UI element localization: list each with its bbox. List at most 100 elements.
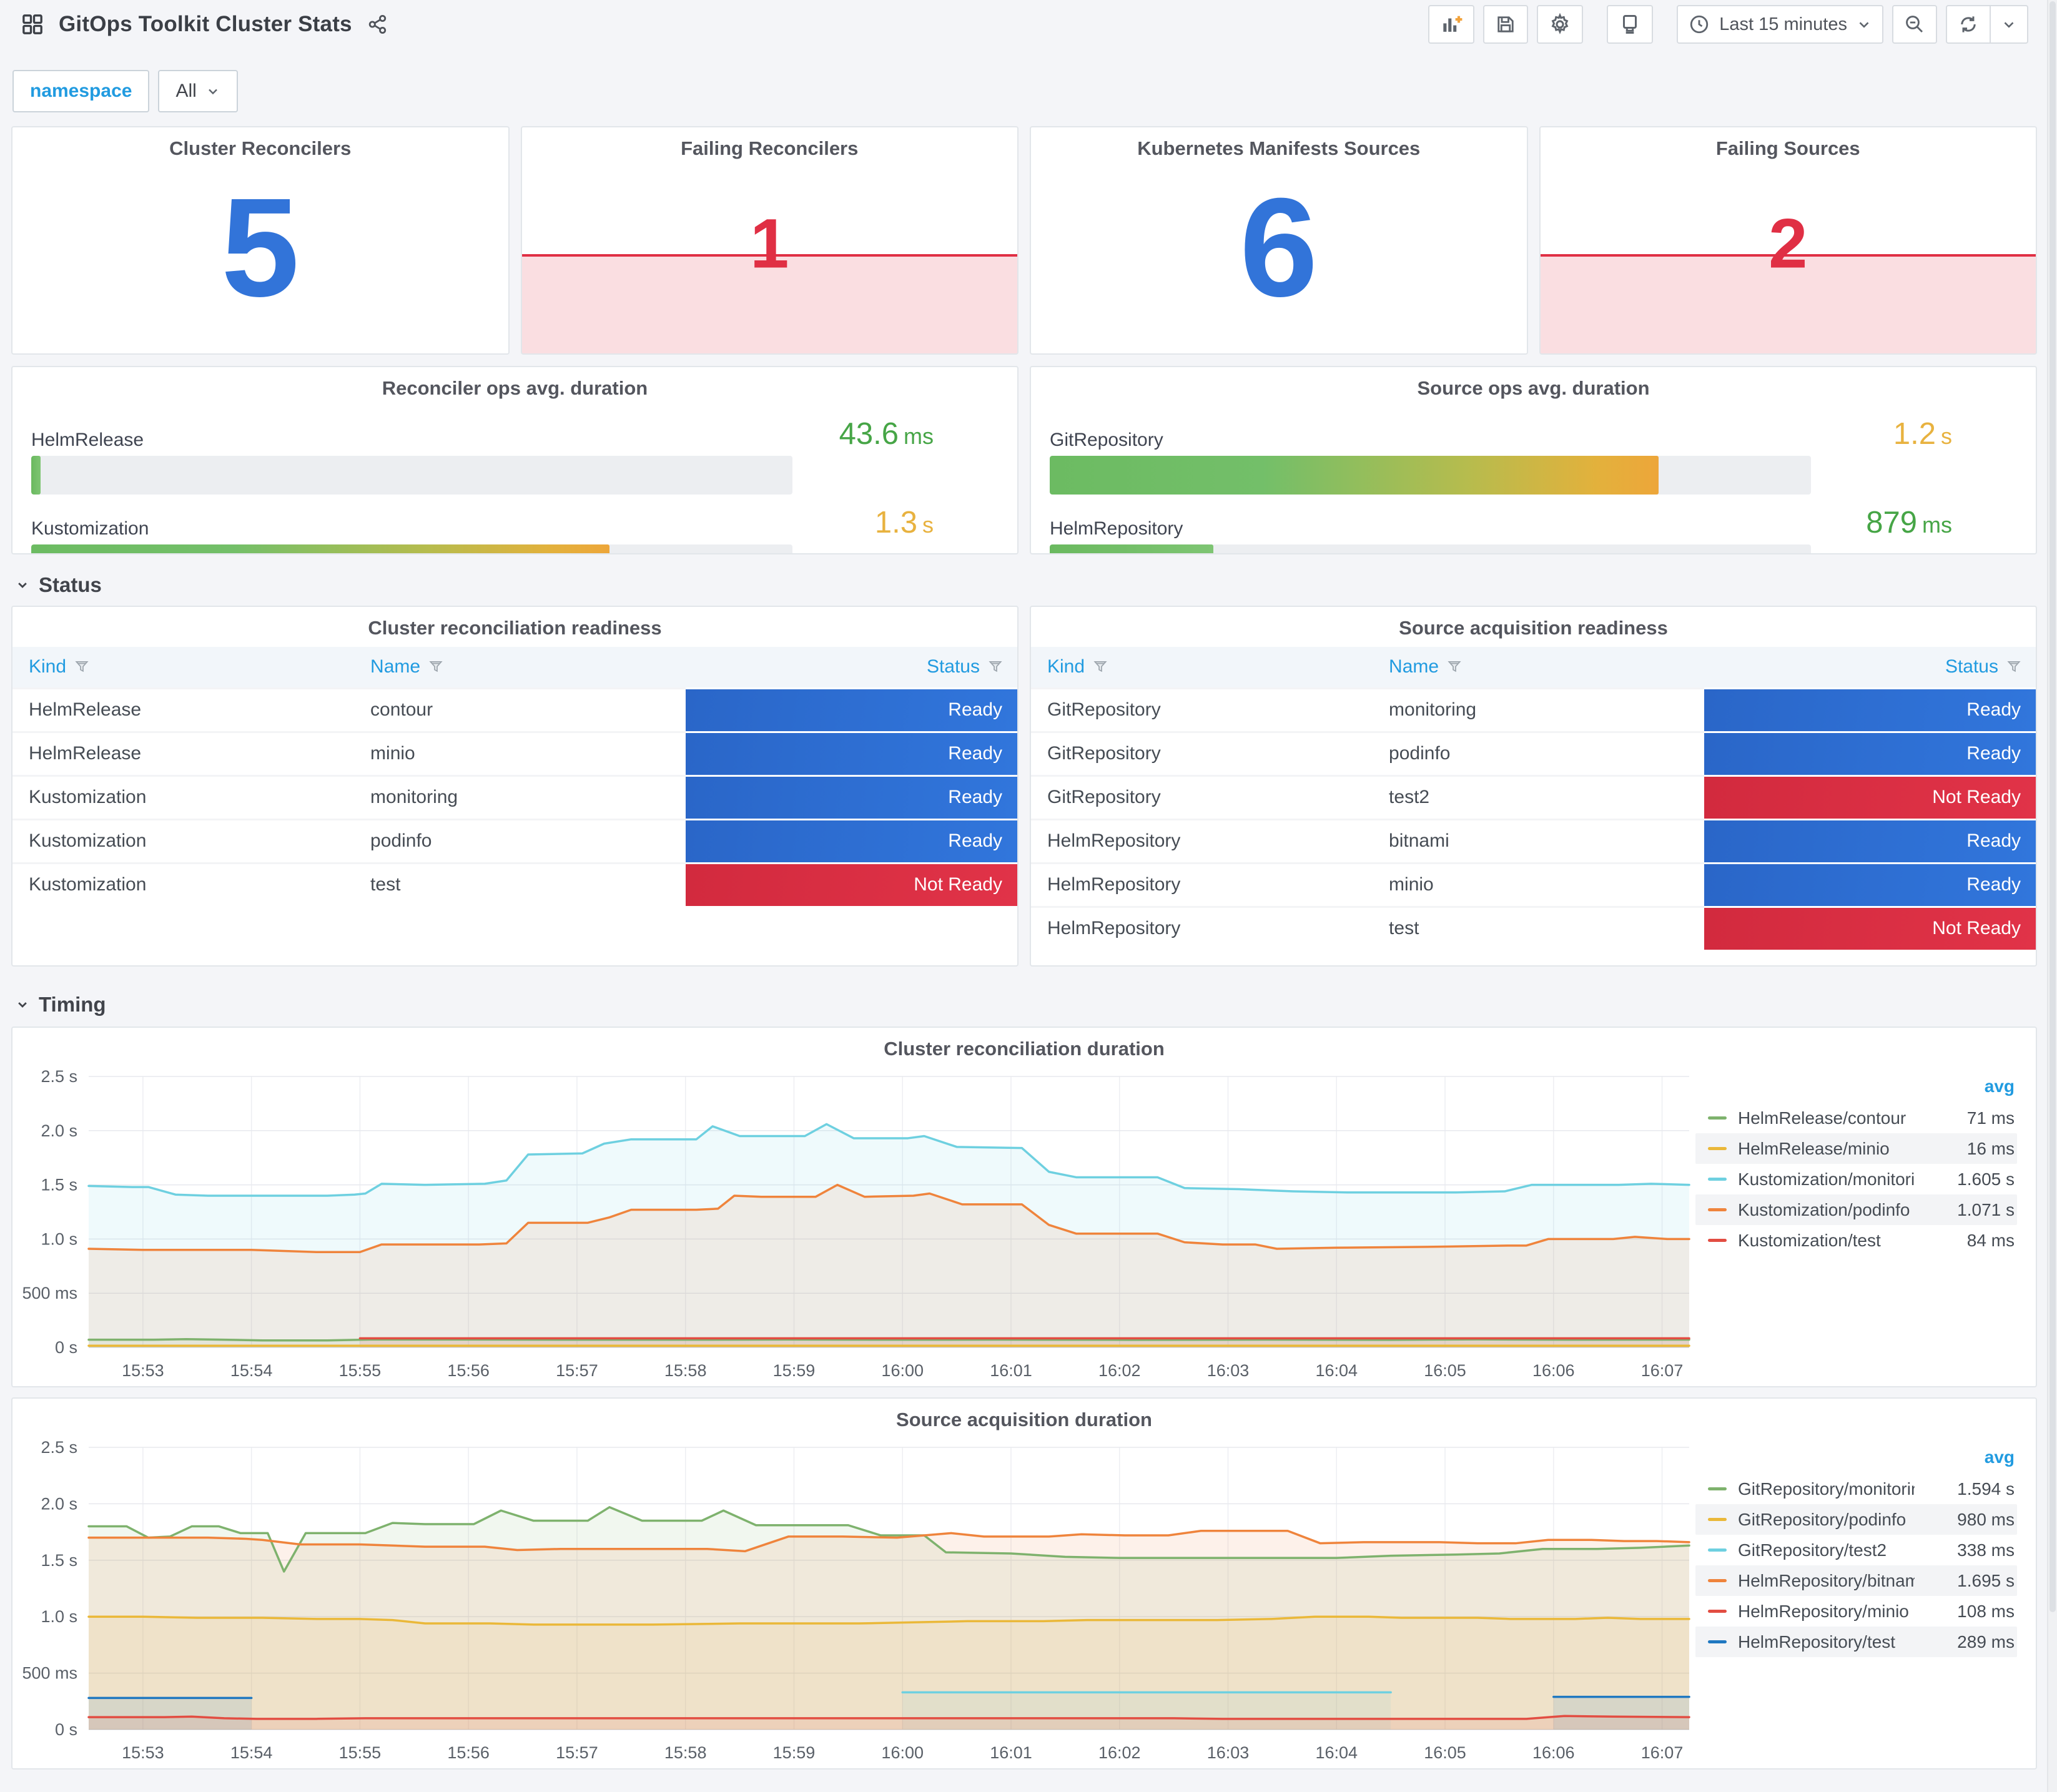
legend-item[interactable]: GitRepository/monitoring 1.594 s xyxy=(1695,1474,2017,1504)
cycle-view-mode-button[interactable] xyxy=(1607,5,1654,44)
readiness-table: Kind Name Status HelmRelease contour Ready Hel… xyxy=(12,647,1017,906)
column-header-status[interactable]: Status xyxy=(686,647,1017,688)
panel-title: Failing Sources xyxy=(1715,137,1860,159)
cell-kind: GitRepository xyxy=(1031,731,1373,775)
svg-text:15:55: 15:55 xyxy=(339,1743,382,1762)
svg-text:2.0 s: 2.0 s xyxy=(41,1494,77,1513)
time-range-picker[interactable]: Last 15 minutes xyxy=(1677,5,1883,44)
add-panel-button[interactable] xyxy=(1428,5,1475,44)
refresh-button[interactable] xyxy=(1946,5,1991,44)
table-panel-source-readiness[interactable]: Source acquisition readiness Kind Name Sta… xyxy=(1030,606,2037,967)
apps-grid-icon[interactable] xyxy=(20,12,45,37)
svg-text:15:55: 15:55 xyxy=(339,1361,382,1380)
legend-item[interactable]: GitRepository/test2 338 ms xyxy=(1695,1535,2017,1565)
share-icon[interactable] xyxy=(366,12,390,36)
legend-item[interactable]: Kustomization/monitoring 1.605 s xyxy=(1695,1164,2017,1194)
column-header-name[interactable]: Name xyxy=(1373,647,1705,688)
series-name: HelmRepository/minio xyxy=(1738,1601,1909,1621)
svg-text:15:53: 15:53 xyxy=(122,1743,164,1762)
legend-item[interactable]: GitRepository/podinfo 980 ms xyxy=(1695,1504,2017,1535)
column-header-kind[interactable]: Kind xyxy=(1031,647,1373,688)
chart-panel-cluster-reconciliation[interactable]: Cluster reconciliation duration 0 s 500 m… xyxy=(11,1026,2037,1387)
timeseries-plot[interactable]: 0 s 500 ms 1.0 s 1.5 s 2.0 s 2.5 s 15:53 15:54 1… xyxy=(12,1435,1695,1768)
cell-kind: HelmRelease xyxy=(12,731,355,775)
legend-item[interactable]: Kustomization/test 84 ms xyxy=(1695,1225,2017,1256)
series-color-icon xyxy=(1708,1518,1727,1521)
legend-avg-header[interactable]: avg xyxy=(1695,1444,2017,1474)
series-color-icon xyxy=(1708,1178,1727,1181)
stat-panel-failing-sources[interactable]: Failing Sources 2 xyxy=(1539,126,2037,355)
svg-text:15:56: 15:56 xyxy=(447,1743,490,1762)
legend-item[interactable]: HelmRepository/bitnami 1.695 s xyxy=(1695,1565,2017,1596)
table-row: HelmRepository bitnami Ready xyxy=(1031,818,2036,863)
stat-panel-failing-reconcilers[interactable]: Failing Reconcilers 1 xyxy=(520,126,1019,355)
timeseries-plot[interactable]: 0 s 500 ms 1.0 s 1.5 s 2.0 s 2.5 s 15:53 15:54 1… xyxy=(12,1064,1695,1386)
svg-text:15:59: 15:59 xyxy=(773,1361,816,1380)
svg-text:16:03: 16:03 xyxy=(1207,1361,1250,1380)
svg-text:16:02: 16:02 xyxy=(1098,1361,1141,1380)
series-avg-value: 289 ms xyxy=(1957,1632,2015,1652)
status-badge: Ready xyxy=(686,820,1017,862)
cell-name: test xyxy=(354,862,686,906)
section-timing[interactable]: Timing xyxy=(14,993,2037,1017)
table-row: Kustomization monitoring Ready xyxy=(12,774,1017,819)
chart-panel-source-acquisition[interactable]: Source acquisition duration 0 s 500 ms 1.0… xyxy=(11,1397,2037,1770)
cell-kind: HelmRepository xyxy=(1031,818,1373,863)
gauge-track xyxy=(31,456,792,495)
section-label: Status xyxy=(39,573,102,596)
gauge-label: HelmRepository xyxy=(1050,518,1183,539)
chevron-down-icon xyxy=(208,89,217,95)
stat-panel-manifests-sources[interactable]: Kubernetes Manifests Sources 6 xyxy=(1030,126,1528,355)
dashboard-header: GitOps Toolkit Cluster Stats Last 15 min… xyxy=(11,0,2037,49)
svg-text:15:58: 15:58 xyxy=(664,1743,707,1762)
variable-namespace-select[interactable]: All xyxy=(158,70,238,112)
legend-item[interactable]: HelmRepository/test 289 ms xyxy=(1695,1627,2017,1657)
cell-kind: HelmRepository xyxy=(1031,905,1373,950)
cell-name: podinfo xyxy=(354,818,686,863)
legend-item[interactable]: HelmRelease/minio 16 ms xyxy=(1695,1133,2017,1164)
chart-legend: avg GitRepository/monitoring 1.594 s GitRep… xyxy=(1695,1435,2036,1768)
stat-panel-cluster-reconcilers[interactable]: Cluster Reconcilers 5 xyxy=(11,126,510,355)
gauge-label: Kustomization xyxy=(31,518,149,539)
legend-item[interactable]: HelmRepository/minio 108 ms xyxy=(1695,1596,2017,1627)
section-status[interactable]: Status xyxy=(14,573,2037,597)
table-row: Kustomization podinfo Ready xyxy=(12,818,1017,863)
refresh-interval-dropdown[interactable] xyxy=(1991,5,2028,44)
series-avg-value: 1.695 s xyxy=(1957,1570,2015,1590)
cell-kind: Kustomization xyxy=(12,774,355,819)
stat-value: 2 xyxy=(1768,204,1808,283)
column-header-name[interactable]: Name xyxy=(354,647,686,688)
column-header-status[interactable]: Status xyxy=(1704,647,2036,688)
svg-text:1.0 s: 1.0 s xyxy=(41,1607,77,1626)
legend-avg-header[interactable]: avg xyxy=(1695,1073,2017,1103)
series-color-icon xyxy=(1708,1239,1727,1242)
table-panel-cluster-readiness[interactable]: Cluster reconciliation readiness Kind Nam… xyxy=(11,606,1019,967)
gauge-panel-source-ops[interactable]: Source ops avg. duration GitRepository 1… xyxy=(1030,366,2037,554)
scrollbar-thumb[interactable] xyxy=(2050,1,2056,1612)
gauge-kustomization: Kustomization 1.3 s xyxy=(31,503,999,553)
panel-title: Reconciler ops avg. duration xyxy=(382,377,648,399)
panel-title: Kubernetes Manifests Sources xyxy=(1137,137,1421,159)
cell-name: contour xyxy=(354,687,686,732)
cell-status: Ready xyxy=(686,774,1017,819)
gauge-gitrepository: GitRepository 1.2 s xyxy=(1050,415,2017,495)
series-name: HelmRepository/test xyxy=(1738,1632,1896,1652)
dashboard-page: GitOps Toolkit Cluster Stats Last 15 min… xyxy=(0,0,2048,1782)
variable-namespace-label[interactable]: namespace xyxy=(12,70,150,112)
legend-item[interactable]: HelmRelease/contour 71 ms xyxy=(1695,1103,2017,1133)
series-color-icon xyxy=(1708,1116,1727,1120)
svg-text:15:57: 15:57 xyxy=(556,1743,598,1762)
cell-name: minio xyxy=(1373,862,1705,907)
status-badge: Ready xyxy=(686,732,1017,775)
zoom-out-button[interactable] xyxy=(1892,5,1937,44)
svg-text:15:58: 15:58 xyxy=(664,1361,707,1380)
column-header-kind[interactable]: Kind xyxy=(12,647,355,688)
cell-name: bitnami xyxy=(1373,818,1705,863)
series-name: HelmRepository/bitnami xyxy=(1738,1570,1915,1590)
save-dashboard-button[interactable] xyxy=(1483,5,1529,44)
dashboard-settings-button[interactable] xyxy=(1537,5,1584,44)
gauge-panel-reconciler-ops[interactable]: Reconciler ops avg. duration HelmRelease… xyxy=(11,366,1019,554)
svg-text:16:03: 16:03 xyxy=(1207,1743,1250,1762)
legend-item[interactable]: Kustomization/podinfo 1.071 s xyxy=(1695,1194,2017,1225)
page-scrollbar[interactable] xyxy=(2047,0,2057,1792)
